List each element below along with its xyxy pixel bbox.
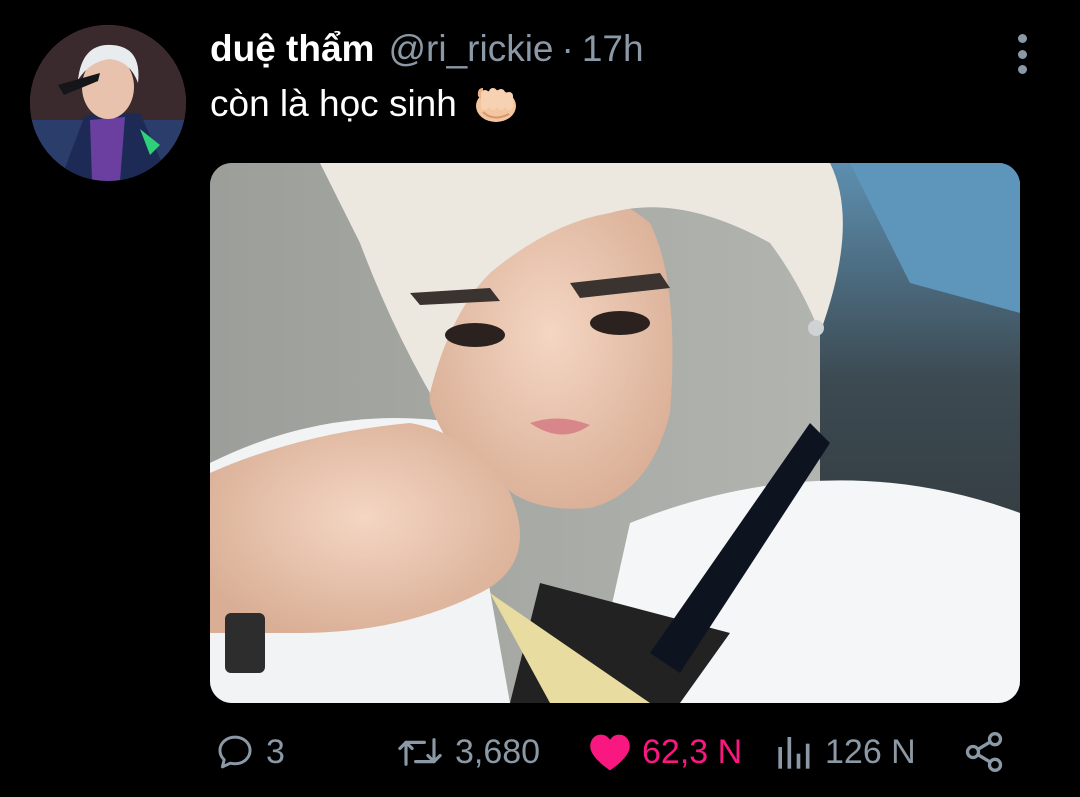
view-count: 126 N (825, 732, 916, 771)
more-options-button[interactable] (1010, 34, 1034, 74)
retweet-button[interactable]: 3,680 (395, 722, 540, 782)
views-chart-icon (778, 737, 810, 769)
display-name[interactable]: duệ thẩm (210, 28, 374, 70)
tweet-text: còn là học sinh (210, 82, 519, 126)
reply-button[interactable]: 3 (214, 722, 285, 782)
tweet[interactable]: duệ thẩm @ri_rickie · 17h còn là học sin… (0, 0, 1080, 797)
timestamp[interactable]: 17h (582, 28, 644, 70)
more-vertical-icon (1017, 34, 1027, 43)
photo (210, 163, 1020, 703)
reply-icon (218, 735, 252, 769)
reply-count: 3 (266, 732, 285, 771)
tweet-text-content: còn là học sinh (210, 83, 457, 124)
like-button[interactable]: 62,3 N (588, 722, 742, 782)
separator-dot: · (561, 28, 574, 69)
user-handle[interactable]: @ri_rickie (388, 28, 553, 70)
avatar-image (30, 25, 186, 181)
oncoming-fist-icon (469, 82, 519, 126)
share-icon (965, 732, 1003, 772)
tweet-media-image[interactable] (210, 163, 1020, 703)
heart-filled-icon (590, 734, 630, 771)
retweet-count: 3,680 (455, 732, 541, 771)
like-count: 62,3 N (642, 732, 743, 771)
tweet-header: duệ thẩm @ri_rickie · 17h (210, 28, 644, 78)
tweet-actions: 3 3,680 62,3 N 126 N (210, 722, 1010, 782)
more-vertical-icon-dot (1017, 49, 1027, 59)
retweet-icon (398, 738, 442, 766)
views-button[interactable]: 126 N (775, 722, 916, 782)
more-vertical-icon-dot (1017, 65, 1027, 74)
share-button[interactable] (962, 722, 1006, 782)
avatar[interactable] (30, 25, 186, 181)
